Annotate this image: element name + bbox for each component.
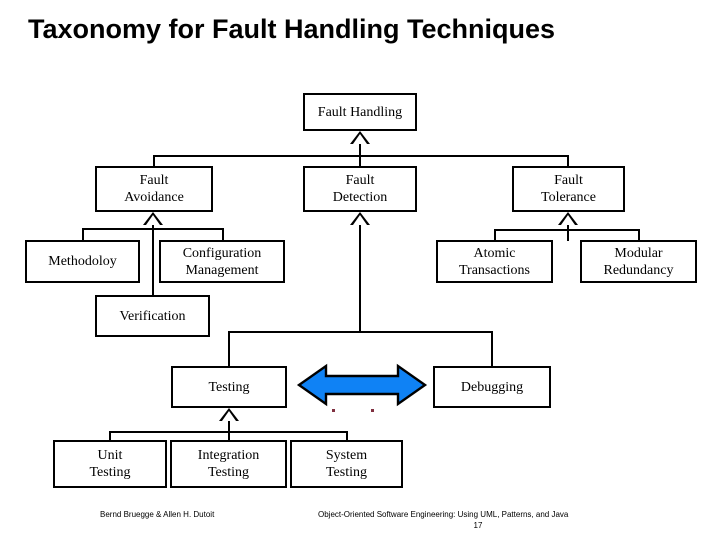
connector-avoidance-bus — [82, 228, 224, 230]
artifact-dot-right — [371, 409, 374, 412]
connector-detection-stub-debugging — [491, 331, 493, 367]
node-label: Atomic Transactions — [458, 245, 531, 278]
node-label: System Testing — [325, 448, 368, 480]
node-label: Unit Testing — [89, 448, 131, 480]
node-debugging[interactable]: Debugging — [433, 366, 551, 408]
page-title: Taxonomy for Fault Handling Techniques — [28, 14, 556, 44]
node-label: Testing — [208, 379, 250, 395]
node-label: Methodoloy — [48, 254, 117, 269]
node-configuration-management[interactable]: Configuration Management — [159, 240, 285, 283]
node-system-testing[interactable]: System Testing — [290, 440, 403, 488]
testing-debugging-arrow[interactable] — [296, 362, 428, 408]
artifact-dot-left — [332, 409, 335, 412]
node-label: Fault Avoidance — [124, 173, 184, 205]
footer-book-title: Object-Oriented Software Engineering: Us… — [318, 510, 569, 519]
connector-detection-bus — [228, 331, 492, 333]
node-fault-avoidance[interactable]: Fault Avoidance — [95, 166, 213, 212]
node-label: Debugging — [460, 379, 524, 395]
node-label: Fault Handling — [317, 104, 403, 120]
node-atomic-transactions[interactable]: Atomic Transactions — [436, 240, 553, 283]
node-label: Verification — [119, 308, 186, 324]
connector-detection-stub-testing — [228, 331, 230, 367]
node-label: Fault Tolerance — [541, 173, 596, 205]
node-fault-tolerance[interactable]: Fault Tolerance — [512, 166, 625, 212]
connector-root-bus — [153, 155, 569, 157]
connector-root-stem — [359, 144, 361, 155]
node-label: Modular Redundancy — [603, 245, 674, 278]
connector-avoidance-stem — [152, 225, 154, 297]
node-integration-testing[interactable]: Integration Testing — [170, 440, 287, 488]
footer-authors: Bernd Bruegge & Allen H. Dutoit — [100, 510, 215, 519]
slide-canvas: Taxonomy for Fault Handling Techniques F… — [0, 0, 720, 540]
node-methodoloy[interactable]: Methodoloy — [25, 240, 140, 283]
node-label: Configuration Management — [182, 245, 262, 278]
node-verification[interactable]: Verification — [95, 295, 210, 337]
node-fault-handling[interactable]: Fault Handling — [303, 93, 417, 131]
connector-detection-stem — [359, 225, 361, 331]
connector-tolerance-bus — [494, 229, 639, 231]
node-modular-redundancy[interactable]: Modular Redundancy — [580, 240, 697, 283]
node-label: Fault Detection — [332, 173, 388, 205]
node-testing[interactable]: Testing — [171, 366, 287, 408]
connector-tolerance-stem — [567, 225, 569, 241]
node-fault-detection[interactable]: Fault Detection — [303, 166, 417, 212]
footer-page-number: 17 — [473, 521, 483, 530]
connector-testing-bus — [109, 431, 347, 433]
node-unit-testing[interactable]: Unit Testing — [53, 440, 167, 488]
node-label: Integration Testing — [197, 448, 260, 480]
